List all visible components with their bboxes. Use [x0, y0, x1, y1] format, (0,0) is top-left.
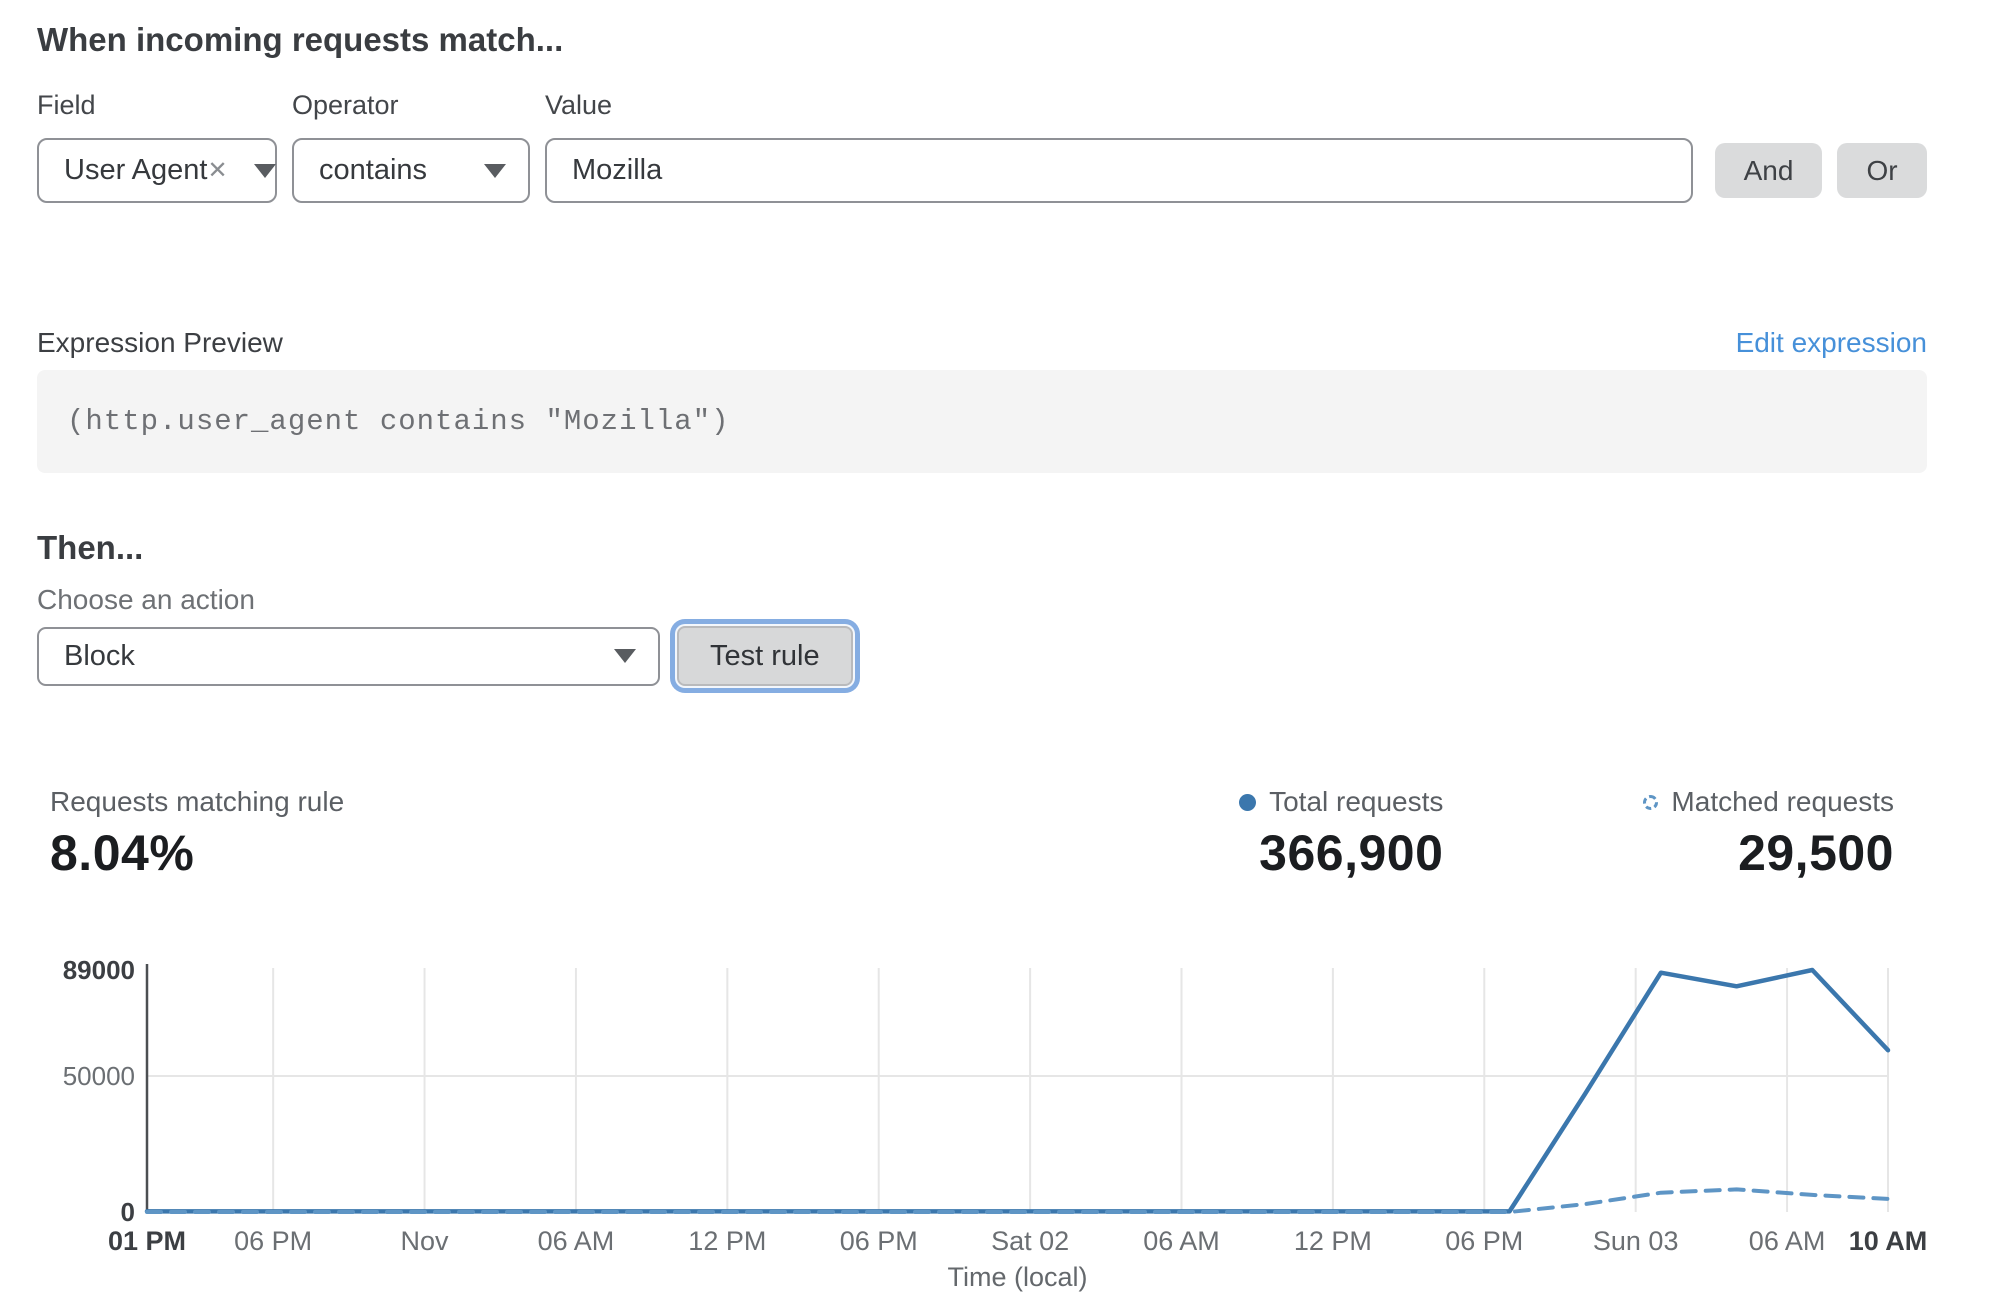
- svg-text:12 PM: 12 PM: [1294, 1226, 1372, 1256]
- svg-text:06 PM: 06 PM: [1445, 1226, 1523, 1256]
- value-input[interactable]: [545, 138, 1693, 203]
- field-column: Field User Agent ✕: [37, 90, 277, 203]
- value-column: Value: [545, 90, 1693, 203]
- svg-text:06 AM: 06 AM: [1749, 1226, 1826, 1256]
- svg-text:06 PM: 06 PM: [234, 1226, 312, 1256]
- total-requests-legend: Total requests: [1239, 786, 1443, 818]
- chevron-down-icon: [484, 164, 506, 178]
- total-requests-value: 366,900: [1239, 827, 1443, 879]
- svg-text:12 PM: 12 PM: [688, 1226, 766, 1256]
- svg-text:Sat 02: Sat 02: [991, 1226, 1069, 1256]
- then-heading: Then...: [37, 528, 1927, 568]
- total-requests-label: Total requests: [1269, 786, 1443, 818]
- svg-text:Nov: Nov: [401, 1226, 450, 1256]
- chevron-down-icon: [614, 649, 636, 663]
- expression-code-box: (http.user_agent contains "Mozilla"): [37, 370, 1927, 473]
- svg-text:Time (local): Time (local): [947, 1262, 1087, 1292]
- svg-text:0: 0: [121, 1197, 135, 1227]
- matching-rule-stat: Requests matching rule 8.04%: [50, 786, 344, 879]
- requests-chart-svg: 01 PM 06 PM Nov 06 AM 12 PM 06 PM Sat 02 06 AM 1…: [37, 948, 1927, 1302]
- svg-text:10 AM: 10 AM: [1849, 1226, 1928, 1256]
- or-button[interactable]: Or: [1837, 143, 1927, 198]
- clear-field-icon[interactable]: ✕: [207, 159, 227, 183]
- operator-select[interactable]: contains: [292, 138, 530, 203]
- total-requests-stat: Total requests 366,900: [1239, 786, 1443, 879]
- action-select-value: Block: [64, 640, 614, 673]
- action-select[interactable]: Block: [37, 627, 660, 686]
- matched-requests-stat: Matched requests 29,500: [1643, 786, 1894, 879]
- matched-requests-label: Matched requests: [1671, 786, 1894, 818]
- edit-expression-link[interactable]: Edit expression: [1736, 327, 1927, 359]
- field-label: Field: [37, 90, 277, 120]
- stats-row: Requests matching rule 8.04% Total reque…: [37, 786, 1927, 879]
- svg-text:01 PM: 01 PM: [108, 1226, 186, 1256]
- matched-requests-legend: Matched requests: [1643, 786, 1894, 818]
- matching-rule-label: Requests matching rule: [50, 786, 344, 818]
- match-heading: When incoming requests match...: [37, 20, 1927, 60]
- test-rule-button[interactable]: Test rule: [677, 626, 853, 686]
- expression-preview-label: Expression Preview: [37, 326, 283, 360]
- expression-code: (http.user_agent contains "Mozilla"): [67, 405, 730, 438]
- matching-rule-value: 8.04%: [50, 827, 344, 879]
- svg-text:50000: 50000: [63, 1061, 135, 1091]
- firewall-rule-page: When incoming requests match... Field Us…: [0, 20, 1999, 1302]
- svg-text:06 AM: 06 AM: [538, 1226, 615, 1256]
- operator-label: Operator: [292, 90, 530, 120]
- choose-action-label: Choose an action: [37, 584, 1927, 616]
- dashed-circle-icon: [1643, 795, 1658, 810]
- svg-text:89000: 89000: [63, 955, 135, 985]
- svg-text:Sun 03: Sun 03: [1593, 1226, 1679, 1256]
- value-label: Value: [545, 90, 1693, 120]
- matched-requests-value: 29,500: [1643, 827, 1894, 879]
- operator-column: Operator contains: [292, 90, 530, 203]
- field-select-value: User Agent: [64, 154, 207, 187]
- solid-dot-icon: [1239, 794, 1256, 811]
- and-button[interactable]: And: [1715, 143, 1822, 198]
- and-or-group: And Or: [1715, 143, 1927, 198]
- requests-chart: 01 PM 06 PM Nov 06 AM 12 PM 06 PM Sat 02 06 AM 1…: [37, 948, 1927, 1302]
- condition-row: Field User Agent ✕ Operator contains Val…: [37, 90, 1927, 203]
- action-row: Block Test rule: [37, 626, 1927, 686]
- expression-header: Expression Preview Edit expression: [37, 326, 1927, 360]
- field-select[interactable]: User Agent ✕: [37, 138, 277, 203]
- svg-text:06 AM: 06 AM: [1143, 1226, 1220, 1256]
- svg-text:06 PM: 06 PM: [840, 1226, 918, 1256]
- chevron-down-icon: [254, 164, 276, 178]
- operator-select-value: contains: [319, 154, 484, 187]
